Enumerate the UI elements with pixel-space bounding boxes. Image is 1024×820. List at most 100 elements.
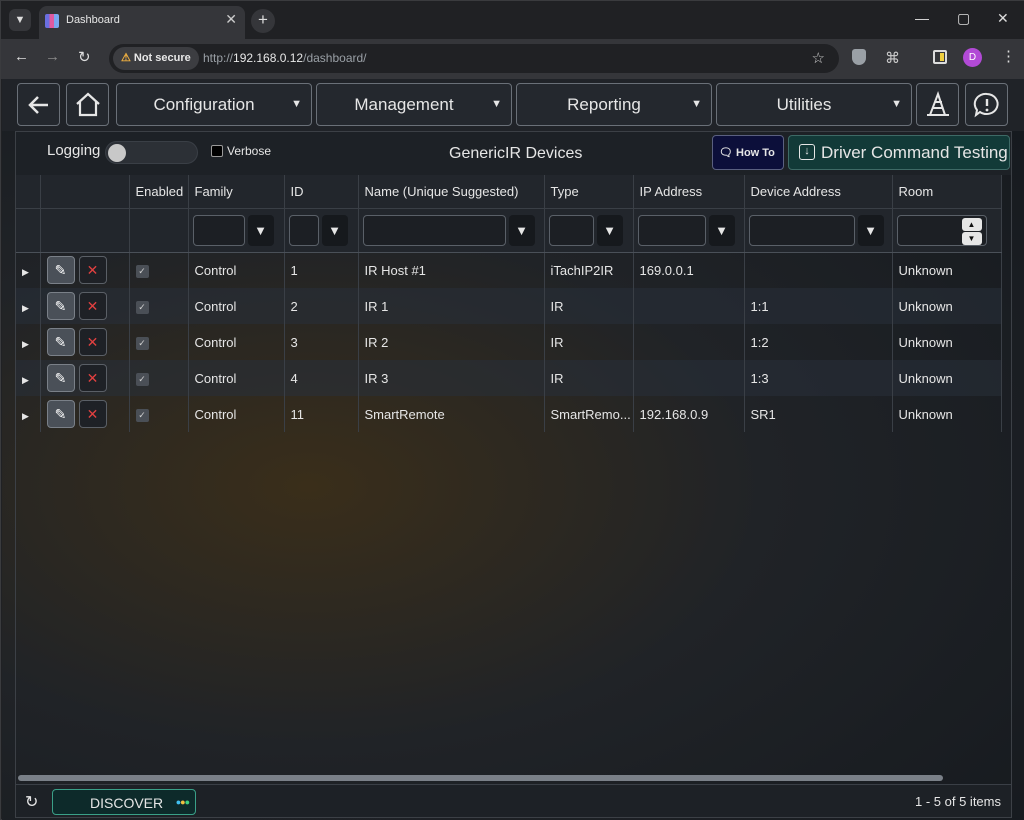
expand-arrow-icon[interactable]: ▶ <box>22 339 29 349</box>
col-ip-address[interactable]: IP Address <box>633 175 745 209</box>
col-id[interactable]: ID <box>284 175 359 209</box>
delete-button[interactable]: ✕ <box>78 400 107 428</box>
caret-down-icon: ▼ <box>291 98 302 110</box>
col-device-address[interactable]: Device Address <box>744 175 893 209</box>
id-cell: 4 <box>284 360 359 396</box>
table-row[interactable]: ▶ ✎ ✕ ✓ Control 2 IR 1 IR 1:1 Unknown <box>16 288 1002 324</box>
ip-filter-input[interactable] <box>637 214 706 246</box>
delete-button[interactable]: ✕ <box>78 328 107 356</box>
logging-toggle[interactable] <box>105 141 198 164</box>
profile-avatar[interactable]: D <box>963 48 982 67</box>
family-filter-input[interactable] <box>192 214 245 246</box>
room-filter-spinner[interactable]: ▲ ▼ <box>896 214 987 246</box>
refresh-icon[interactable]: ↻ <box>25 792 38 812</box>
menu-configuration[interactable]: Configuration ▼ <box>116 83 312 126</box>
actions-cell: ✎ ✕ <box>40 396 130 432</box>
enabled-checkbox[interactable]: ✓ <box>135 265 149 279</box>
wizard-button[interactable] <box>916 83 959 126</box>
tab-search-button[interactable]: ▼ <box>9 9 31 31</box>
family-cell: Control <box>188 396 285 432</box>
sidepanel-icon[interactable] <box>933 50 947 64</box>
reload-icon[interactable]: ↻ <box>78 48 91 66</box>
filter-icon[interactable]: ▼ <box>247 214 274 246</box>
feedback-button[interactable] <box>965 83 1008 126</box>
window-close-icon[interactable]: ✕ <box>997 10 1009 27</box>
delete-button[interactable]: ✕ <box>78 364 107 392</box>
col-type[interactable]: Type <box>544 175 634 209</box>
page-content: Configuration ▼ Management ▼ Reporting ▼ Ut… <box>2 79 1024 820</box>
col-name[interactable]: Name (Unique Suggested) <box>358 175 545 209</box>
delete-button[interactable]: ✕ <box>78 256 107 285</box>
id-cell: 2 <box>284 288 359 324</box>
minimize-icon[interactable]: — <box>915 10 929 26</box>
spin-up-icon[interactable]: ▲ <box>961 217 982 231</box>
url-text: http://192.168.0.12/dashboard/ <box>203 51 367 65</box>
name-filter-input[interactable] <box>362 214 506 246</box>
security-chip[interactable]: ⚠ Not secure <box>113 47 199 70</box>
enabled-checkbox[interactable]: ✓ <box>135 373 149 386</box>
enabled-checkbox[interactable]: ✓ <box>135 337 149 350</box>
shield-extension-icon[interactable] <box>852 49 866 65</box>
how-to-button[interactable]: 🗨 How To <box>712 135 784 170</box>
browser-menu-icon[interactable]: ⋮ <box>1001 47 1016 65</box>
type-cell: IR <box>544 288 634 324</box>
col-enabled[interactable]: Enabled <box>129 175 189 209</box>
discover-button[interactable]: DISCOVER ●●● <box>52 789 196 815</box>
filter-empty <box>129 208 189 253</box>
back-arrow-icon[interactable]: ← <box>14 48 29 65</box>
grid-toolbar: Logging Verbose GenericIR Devices 🗨 How … <box>16 132 1011 175</box>
id-filter-input[interactable] <box>288 214 319 246</box>
app-topbar: Configuration ▼ Management ▼ Reporting ▼ Ut… <box>2 79 1024 131</box>
expand-arrow-icon[interactable]: ▶ <box>22 375 29 385</box>
back-button[interactable] <box>17 83 60 126</box>
expand-arrow-icon[interactable]: ▶ <box>22 303 29 313</box>
filter-icon[interactable]: ▼ <box>508 214 535 246</box>
tab-dashboard[interactable]: Dashboard ✕ <box>39 6 245 39</box>
menu-reporting[interactable]: Reporting ▼ <box>516 83 712 126</box>
url-bar[interactable]: ⚠ Not secure http://192.168.0.12/dashboar… <box>109 44 839 73</box>
spin-down-icon[interactable]: ▼ <box>961 231 982 245</box>
edit-button[interactable]: ✎ <box>46 364 75 392</box>
driver-command-testing-button[interactable]: ↓ Driver Command Testing <box>788 135 1010 170</box>
bookmark-star-icon[interactable]: ☆ <box>812 49 825 67</box>
table-row[interactable]: ▶ ✎ ✕ ✓ Control 11 SmartRemote SmartRemo... 192.… <box>16 396 1002 432</box>
menu-management[interactable]: Management ▼ <box>316 83 512 126</box>
enabled-checkbox[interactable]: ✓ <box>135 409 149 422</box>
ip-cell: 169.0.0.1 <box>633 252 745 288</box>
table-row[interactable]: ▶ ✎ ✕ ✓ Control 3 IR 2 IR 1:2 Unknown <box>16 324 1002 360</box>
tab-close-icon[interactable]: ✕ <box>225 11 237 28</box>
filter-empty <box>16 208 41 253</box>
col-room[interactable]: Room <box>892 175 1002 209</box>
horizontal-scrollbar[interactable] <box>18 775 943 781</box>
extensions-puzzle-icon[interactable]: ⌘ <box>885 49 900 67</box>
expand-arrow-icon[interactable]: ▶ <box>22 411 29 421</box>
enabled-checkbox[interactable]: ✓ <box>135 301 149 314</box>
forward-arrow-icon[interactable]: → <box>45 48 60 65</box>
type-filter-input[interactable] <box>548 214 594 246</box>
filter-icon[interactable]: ▼ <box>857 214 884 246</box>
filter-icon[interactable]: ▼ <box>596 214 623 246</box>
edit-button[interactable]: ✎ <box>46 328 75 356</box>
delete-button[interactable]: ✕ <box>78 292 107 320</box>
table-row[interactable]: ▶ ✎ ✕ ✓ Control 1 IR Host #1 iTachIP2IR 169.0.0.… <box>16 252 1002 288</box>
new-tab-button[interactable]: + <box>251 9 275 33</box>
edit-button[interactable]: ✎ <box>46 400 75 428</box>
filter-icon[interactable]: ▼ <box>708 214 735 246</box>
name-cell: IR Host #1 <box>358 252 545 288</box>
verbose-checkbox[interactable] <box>211 145 223 157</box>
expand-arrow-icon[interactable]: ▶ <box>22 267 29 277</box>
caret-down-icon: ▼ <box>491 98 502 110</box>
actions-cell: ✎ ✕ <box>40 324 130 360</box>
table-row[interactable]: ▶ ✎ ✕ ✓ Control 4 IR 3 IR 1:3 Unknown <box>16 360 1002 396</box>
address-cell <box>744 252 893 288</box>
home-button[interactable] <box>66 83 109 126</box>
col-family[interactable]: Family <box>188 175 285 209</box>
filter-id: ▼ <box>284 208 359 253</box>
maximize-icon[interactable]: ▢ <box>957 10 970 27</box>
edit-button[interactable]: ✎ <box>46 256 75 285</box>
name-cell: IR 2 <box>358 324 545 360</box>
address-filter-input[interactable] <box>748 214 855 246</box>
edit-button[interactable]: ✎ <box>46 292 75 320</box>
menu-utilities[interactable]: Utilities ▼ <box>716 83 912 126</box>
filter-icon[interactable]: ▼ <box>321 214 348 246</box>
